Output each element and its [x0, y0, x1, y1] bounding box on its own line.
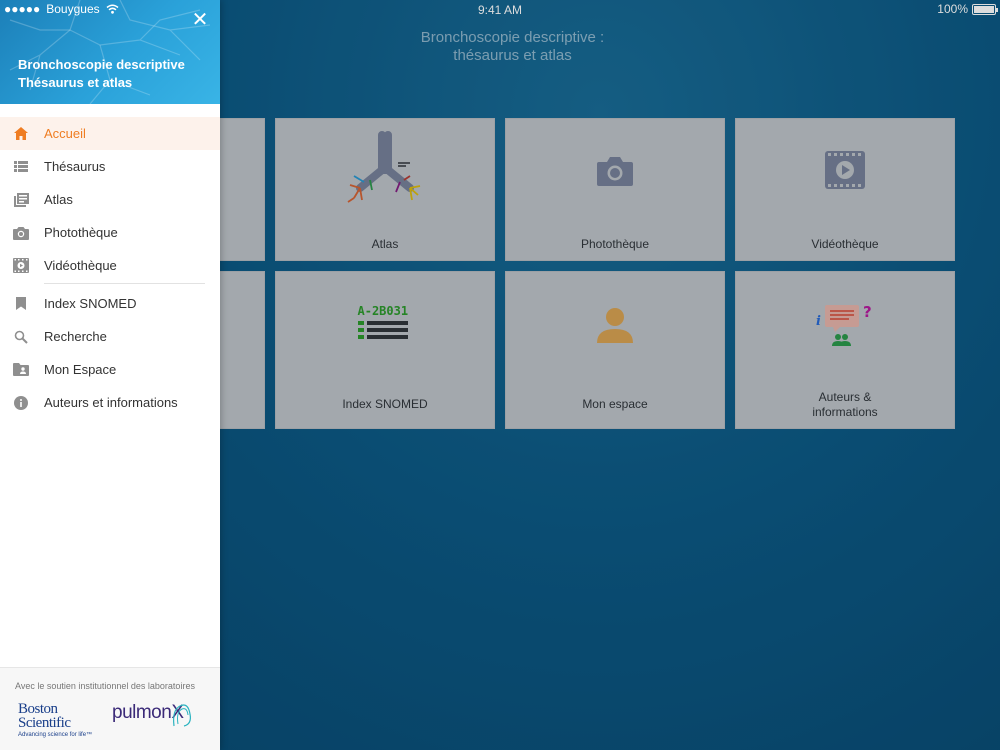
list-icon: [12, 158, 30, 176]
menu-item-mon-espace[interactable]: Mon Espace: [0, 353, 220, 386]
bookmark-icon: [12, 295, 30, 313]
drawer-title: Bronchoscopie descriptive Thésaurus et a…: [18, 57, 185, 90]
menu-item-label: Auteurs et informations: [44, 395, 178, 410]
menu-item-recherche[interactable]: Recherche: [0, 320, 220, 353]
menu-item-phototheque[interactable]: Photothèque: [0, 216, 220, 249]
menu-item-label: Recherche: [44, 329, 107, 344]
menu-divider: [44, 283, 205, 284]
wifi-icon: [106, 4, 119, 14]
battery-icon: [972, 3, 998, 15]
menu-item-label: Vidéothèque: [44, 258, 117, 273]
carrier-name: Bouygues: [46, 2, 100, 16]
menu-item-label: Photothèque: [44, 225, 118, 240]
support-text: Avec le soutien institutionnel des labor…: [15, 681, 195, 691]
boston-scientific-logo[interactable]: Boston Scientific Advancing science for …: [18, 702, 98, 739]
menu-item-auteurs[interactable]: Auteurs et informations: [0, 386, 220, 419]
menu-item-label: Mon Espace: [44, 362, 117, 377]
drawer-menu: Accueil Thésaurus Atlas Photothèque Vidé…: [0, 117, 220, 419]
info-icon: [12, 394, 30, 412]
status-right: 100%: [937, 2, 998, 16]
pulmonx-swirl-icon: [173, 704, 191, 727]
close-icon[interactable]: ✕: [190, 10, 210, 30]
menu-item-index-snomed[interactable]: Index SNOMED: [0, 287, 220, 320]
menu-item-thesaurus[interactable]: Thésaurus: [0, 150, 220, 183]
menu-item-label: Atlas: [44, 192, 73, 207]
menu-item-label: Thésaurus: [44, 159, 106, 174]
film-icon: [12, 257, 30, 275]
pulmonx-logo[interactable]: pulmonX: [112, 702, 191, 727]
side-drawer: ●●●●● Bouygues ✕ Bronchoscopie descripti…: [0, 0, 220, 750]
search-icon: [12, 328, 30, 346]
menu-item-label: Index SNOMED: [44, 296, 137, 311]
signal-icon: ●●●●●: [4, 2, 41, 16]
folder-user-icon: [12, 361, 30, 379]
menu-item-videotheque[interactable]: Vidéothèque: [0, 249, 220, 282]
menu-item-atlas[interactable]: Atlas: [0, 183, 220, 216]
drawer-status-left: ●●●●● Bouygues: [4, 2, 119, 16]
menu-item-accueil[interactable]: Accueil: [0, 117, 220, 150]
battery-percent: 100%: [937, 2, 968, 16]
camera-icon: [12, 224, 30, 242]
drawer-header: ●●●●● Bouygues ✕ Bronchoscopie descripti…: [0, 0, 220, 104]
menu-item-label: Accueil: [44, 126, 86, 141]
book-icon: [12, 191, 30, 209]
home-icon: [12, 125, 30, 143]
